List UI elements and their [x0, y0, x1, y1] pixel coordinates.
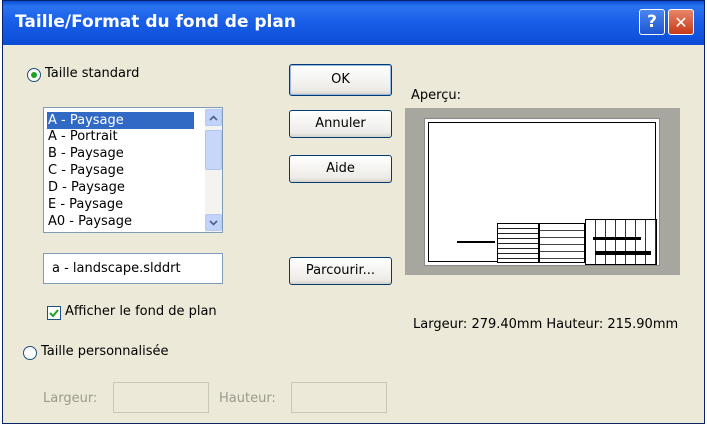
standard-size-radio[interactable] [27, 68, 41, 82]
preview-dimensions: Largeur: 279.40mm Hauteur: 215.90mm [413, 317, 679, 332]
standard-size-label[interactable]: Taille standard [45, 66, 139, 81]
title-bar[interactable]: Taille/Format du fond de plan ? ✕ [3, 1, 704, 45]
scroll-down-button[interactable] [205, 214, 222, 231]
height-input[interactable] [291, 382, 387, 413]
size-list-item[interactable]: D - Paysage [47, 179, 194, 196]
width-label: Largeur: [43, 391, 98, 406]
scroll-up-button[interactable] [205, 109, 222, 126]
show-format-checkbox[interactable] [47, 306, 61, 320]
size-list-item[interactable]: A - Portrait [47, 128, 194, 145]
chevron-down-icon [209, 219, 218, 226]
size-list-item[interactable]: B - Paysage [47, 145, 194, 162]
cancel-button[interactable]: Annuler [289, 110, 392, 138]
template-file-value: a - landscape.slddrt [52, 261, 181, 276]
window-title: Taille/Format du fond de plan [15, 12, 296, 32]
size-list-item[interactable]: C - Paysage [47, 162, 194, 179]
show-format-label[interactable]: Afficher le fond de plan [65, 304, 217, 319]
help-title-button[interactable]: ? [639, 9, 665, 35]
sheet-format-thumbnail [424, 118, 660, 266]
title-block-table [539, 223, 585, 263]
listbox-scrollbar[interactable] [205, 108, 222, 232]
title-block-table [497, 223, 539, 263]
help-icon: ? [647, 12, 657, 32]
checkmark-icon [49, 308, 59, 317]
preview-label: Aperçu: [411, 88, 461, 103]
height-label: Hauteur: [219, 391, 276, 406]
ok-button[interactable]: OK [289, 64, 392, 96]
page-setup-dialog: Taille/Format du fond de plan ? ✕ Taille… [2, 0, 705, 424]
template-file-field[interactable]: a - landscape.slddrt [43, 253, 223, 284]
custom-size-label[interactable]: Taille personnalisée [41, 344, 168, 359]
close-button[interactable]: ✕ [668, 9, 694, 35]
help-button[interactable]: Aide [289, 155, 392, 183]
title-block-table [585, 219, 657, 265]
browse-button[interactable]: Parcourir... [289, 257, 392, 285]
title-block-line [593, 237, 641, 240]
width-input[interactable] [113, 382, 209, 413]
custom-size-radio[interactable] [23, 346, 37, 360]
size-list-item[interactable]: A0 - Paysage [47, 213, 194, 230]
size-listbox[interactable]: A - Paysage A - Portrait B - Paysage C -… [43, 107, 223, 233]
size-list-item[interactable]: A - Paysage [47, 112, 194, 129]
close-icon: ✕ [674, 12, 688, 32]
title-block-line [595, 251, 651, 255]
size-list-item[interactable]: E - Paysage [47, 196, 194, 213]
scroll-thumb[interactable] [205, 130, 222, 170]
title-block-line [457, 241, 495, 243]
preview-pane [405, 108, 680, 275]
radio-selected-dot [31, 72, 37, 78]
chevron-up-icon [209, 114, 218, 121]
